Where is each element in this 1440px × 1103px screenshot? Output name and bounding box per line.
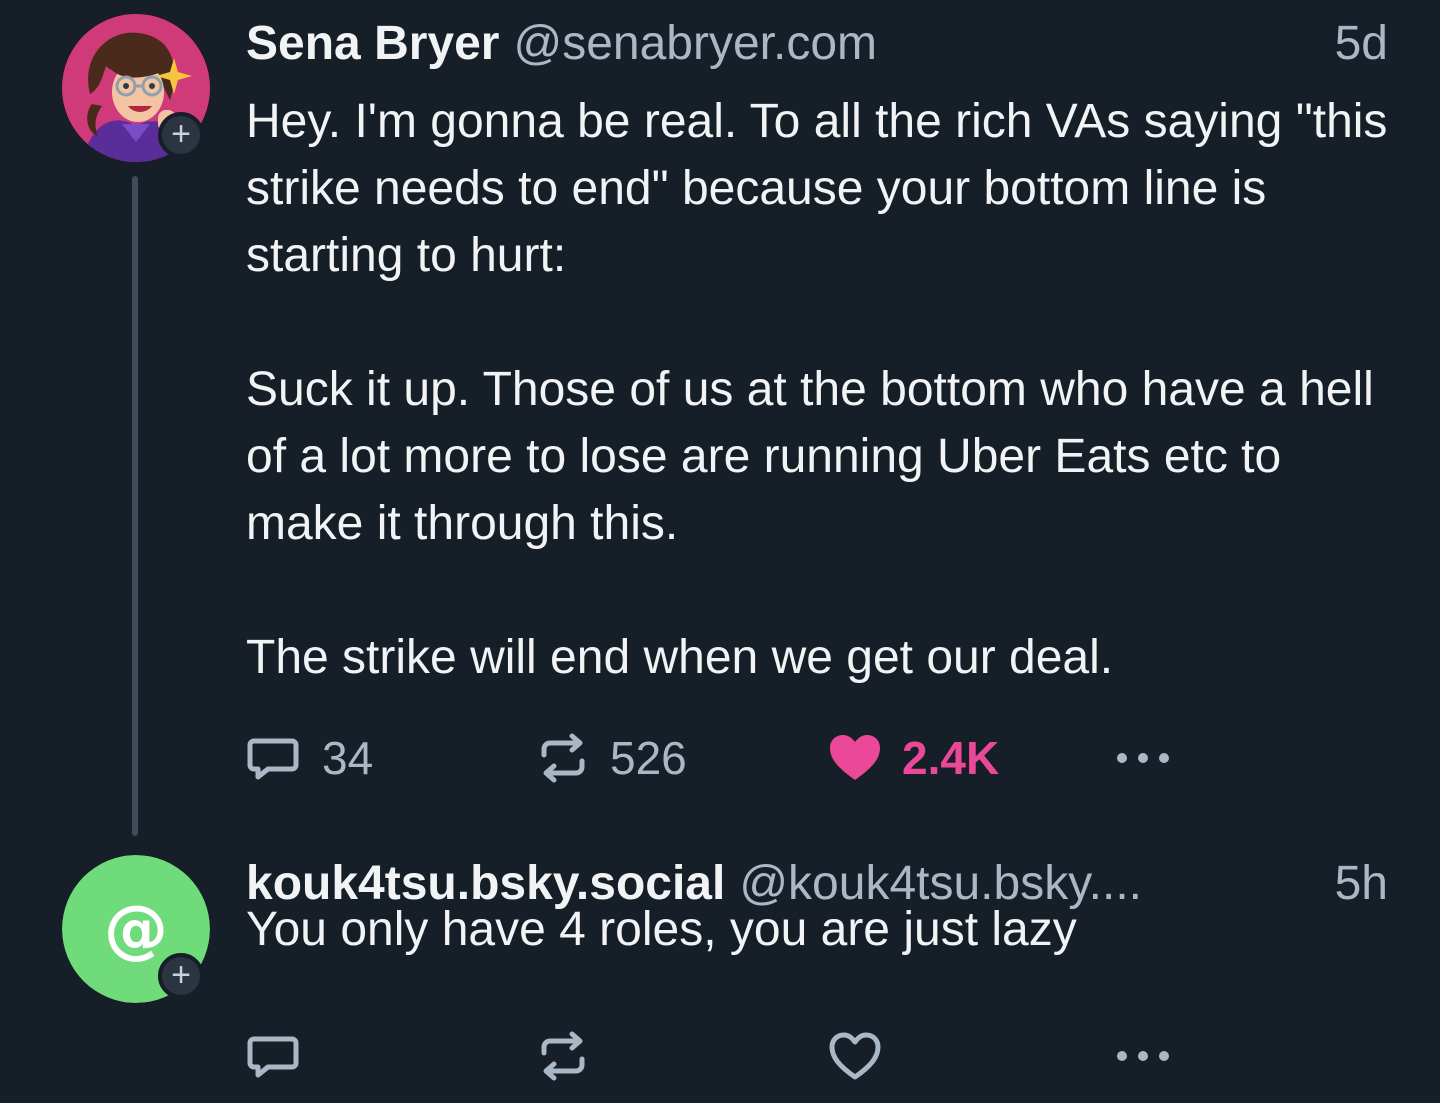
more-options-button[interactable] — [1114, 748, 1174, 768]
repost-icon — [541, 733, 585, 783]
ellipsis-icon — [1117, 1051, 1169, 1061]
post-paragraph: Hey. I'm gonna be real. To all the rich … — [246, 95, 1388, 282]
like-button[interactable] — [828, 1031, 1114, 1081]
thread-connector-line — [132, 176, 138, 836]
repost-button[interactable] — [538, 1029, 828, 1083]
post[interactable]: + Sena Bryer @senabryer.com 5d Hey. I'm … — [0, 0, 1440, 840]
ellipsis-icon — [1117, 753, 1169, 763]
post-actions: 34 526 2.4K — [246, 728, 1174, 788]
like-button[interactable]: 2.4K — [828, 731, 1114, 785]
post-paragraph: Suck it up. Those of us at the bottom wh… — [246, 363, 1374, 550]
repost-button[interactable]: 526 — [538, 731, 828, 785]
post-text: You only have 4 roles, you are just lazy — [246, 896, 1396, 963]
reply-button[interactable] — [246, 1029, 538, 1083]
follow-plus-icon[interactable]: + — [158, 112, 204, 158]
post-header: Sena Bryer @senabryer.com 5d — [246, 16, 1388, 76]
reply-count: 34 — [322, 732, 374, 784]
at-sign-glyph: @ — [104, 893, 168, 967]
reply-icon — [247, 738, 299, 780]
post-actions — [246, 1026, 1174, 1086]
reply-button[interactable]: 34 — [246, 731, 538, 785]
like-count: 2.4K — [902, 732, 1000, 784]
author-handle[interactable]: @senabryer.com — [513, 16, 877, 71]
reply-icon — [247, 1036, 299, 1078]
post[interactable]: @ + kouk4tsu.bsky.social @kouk4tsu.bsky.… — [0, 840, 1440, 1103]
follow-plus-icon[interactable]: + — [158, 953, 204, 999]
more-options-button[interactable] — [1114, 1046, 1174, 1066]
heart-outline-icon — [829, 1032, 881, 1080]
post-paragraph: You only have 4 roles, you are just lazy — [246, 903, 1077, 956]
repost-count: 526 — [610, 732, 687, 784]
post-timestamp[interactable]: 5d — [1335, 16, 1388, 71]
post-text: Hey. I'm gonna be real. To all the rich … — [246, 88, 1396, 691]
author-display-name[interactable]: Sena Bryer — [246, 16, 499, 71]
post-paragraph: The strike will end when we get our deal… — [246, 631, 1114, 684]
repost-icon — [541, 1031, 585, 1081]
heart-filled-icon — [830, 735, 880, 780]
